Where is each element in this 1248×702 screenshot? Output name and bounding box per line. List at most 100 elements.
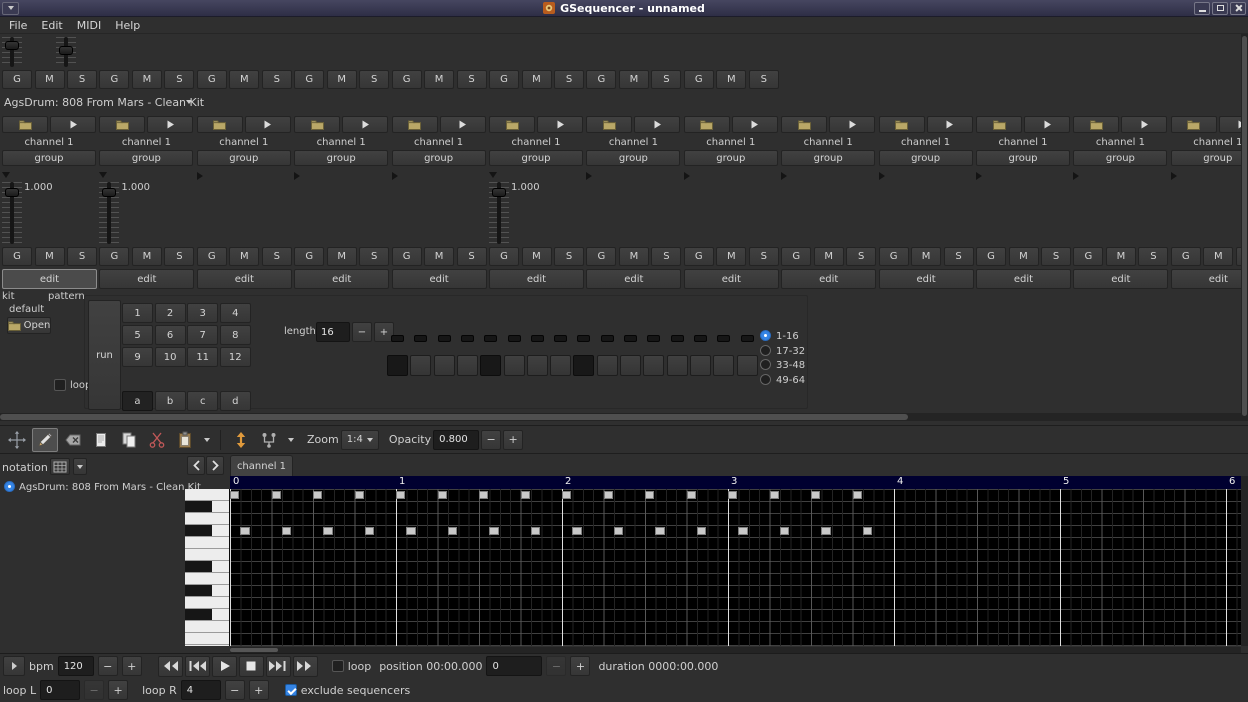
pad-s-button[interactable]: S (749, 247, 779, 266)
group-button[interactable]: group (1073, 150, 1167, 166)
line-m-button[interactable]: M (229, 70, 259, 89)
group-button[interactable]: group (489, 150, 583, 166)
open-sample-button[interactable] (99, 116, 145, 133)
copy-button[interactable] (116, 428, 142, 452)
open-sample-button[interactable] (489, 116, 535, 133)
play-channel-button[interactable] (634, 116, 680, 133)
opacity-decrement-button[interactable]: − (481, 430, 501, 450)
skip-end-button[interactable] (266, 656, 291, 677)
piano-key[interactable] (185, 633, 229, 645)
loop-right-increment-button[interactable]: + (249, 680, 269, 700)
position-decrement-button[interactable]: − (546, 656, 566, 676)
note[interactable] (572, 527, 581, 535)
expand-expander-icon[interactable] (1171, 172, 1177, 180)
collapse-expander-icon[interactable] (489, 172, 497, 178)
pattern-pad-1[interactable] (387, 355, 408, 376)
open-sample-button[interactable] (1073, 116, 1119, 133)
play-channel-button[interactable] (927, 116, 973, 133)
open-sample-button[interactable] (294, 116, 340, 133)
note[interactable] (479, 491, 488, 499)
note-grid[interactable] (230, 489, 1241, 646)
line-m-button[interactable]: M (327, 70, 357, 89)
bank-index-11-button[interactable]: 11 (187, 347, 218, 367)
note[interactable] (489, 527, 498, 535)
line-g-button[interactable]: G (392, 70, 422, 89)
pad-g-button[interactable]: G (294, 247, 324, 266)
expand-expander-icon[interactable] (1073, 172, 1079, 180)
line-g-button[interactable]: G (99, 70, 129, 89)
exclude-sequencers-checkbox[interactable] (285, 684, 297, 696)
tools-button[interactable] (256, 428, 282, 452)
piano-key[interactable] (185, 525, 229, 537)
open-sample-button[interactable] (197, 116, 243, 133)
pad-g-button[interactable]: G (197, 247, 227, 266)
fader-knob-icon[interactable] (102, 188, 116, 197)
bpm-increment-button[interactable]: + (122, 656, 142, 676)
edit-tab-button[interactable]: edit (976, 269, 1071, 289)
channel-tab[interactable]: channel 1 (230, 455, 293, 476)
open-sample-button[interactable] (586, 116, 632, 133)
play-button[interactable] (212, 656, 237, 677)
edit-tab-button[interactable]: edit (489, 269, 584, 289)
play-channel-button[interactable] (537, 116, 583, 133)
group-button[interactable]: group (2, 150, 96, 166)
line-g-button[interactable]: G (2, 70, 32, 89)
piano-key[interactable] (185, 609, 229, 621)
line-s-button[interactable]: S (164, 70, 194, 89)
offset-radio-1-16[interactable] (760, 330, 771, 341)
bank-d-button[interactable]: d (220, 391, 251, 411)
master-fader[interactable] (2, 37, 22, 67)
play-channel-button[interactable] (147, 116, 193, 133)
note[interactable] (687, 491, 696, 499)
bank-a-button[interactable]: a (122, 391, 153, 411)
bank-index-1-button[interactable]: 1 (122, 303, 153, 323)
edit-tab-button[interactable]: edit (197, 269, 292, 289)
pad-m-button[interactable]: M (716, 247, 746, 266)
play-channel-button[interactable] (732, 116, 778, 133)
edit-tab-button[interactable]: edit (684, 269, 779, 289)
skip-start-button[interactable] (185, 656, 210, 677)
play-channel-button[interactable] (342, 116, 388, 133)
close-button[interactable] (1230, 2, 1246, 15)
note[interactable] (521, 491, 530, 499)
expand-expander-icon[interactable] (294, 172, 300, 180)
note[interactable] (272, 491, 281, 499)
note[interactable] (604, 491, 613, 499)
collapse-expander-icon[interactable] (99, 172, 107, 178)
bank-index-6-button[interactable]: 6 (155, 325, 186, 345)
scroll-thumb[interactable] (0, 414, 908, 420)
line-m-button[interactable]: M (424, 70, 454, 89)
pad-s-button[interactable]: S (846, 247, 876, 266)
piano-key[interactable] (185, 537, 229, 549)
note[interactable] (282, 527, 291, 535)
machine-selector-dropdown[interactable] (73, 458, 87, 475)
position-input[interactable]: 0 (486, 656, 542, 676)
pad-g-button[interactable]: G (684, 247, 714, 266)
pad-s-button[interactable]: S (262, 247, 292, 266)
pad-m-button[interactable]: M (1203, 247, 1233, 266)
fader-knob-icon[interactable] (5, 188, 19, 197)
pad-m-button[interactable]: M (327, 247, 357, 266)
expand-expander-icon[interactable] (586, 172, 592, 180)
pattern-pad-12[interactable] (643, 355, 664, 376)
line-s-button[interactable]: S (554, 70, 584, 89)
open-kit-button[interactable]: Open (7, 317, 51, 334)
pattern-pad-5[interactable] (480, 355, 501, 376)
pad-m-button[interactable]: M (35, 247, 65, 266)
note[interactable] (396, 491, 405, 499)
bank-index-8-button[interactable]: 8 (220, 325, 251, 345)
pad-g-button[interactable]: G (392, 247, 422, 266)
open-sample-button[interactable] (879, 116, 925, 133)
pad-s-button[interactable]: S (67, 247, 97, 266)
line-s-button[interactable]: S (749, 70, 779, 89)
pattern-pad-7[interactable] (527, 355, 548, 376)
collapse-expander-icon[interactable] (2, 172, 10, 178)
piano-key[interactable] (185, 597, 229, 609)
pad-m-button[interactable]: M (132, 247, 162, 266)
bank-index-7-button[interactable]: 7 (187, 325, 218, 345)
kit-selector[interactable]: AgsDrum: 808 From Mars - Clean Kit (0, 93, 260, 112)
bank-index-3-button[interactable]: 3 (187, 303, 218, 323)
bank-index-5-button[interactable]: 5 (122, 325, 153, 345)
note[interactable] (645, 491, 654, 499)
open-sample-button[interactable] (781, 116, 827, 133)
